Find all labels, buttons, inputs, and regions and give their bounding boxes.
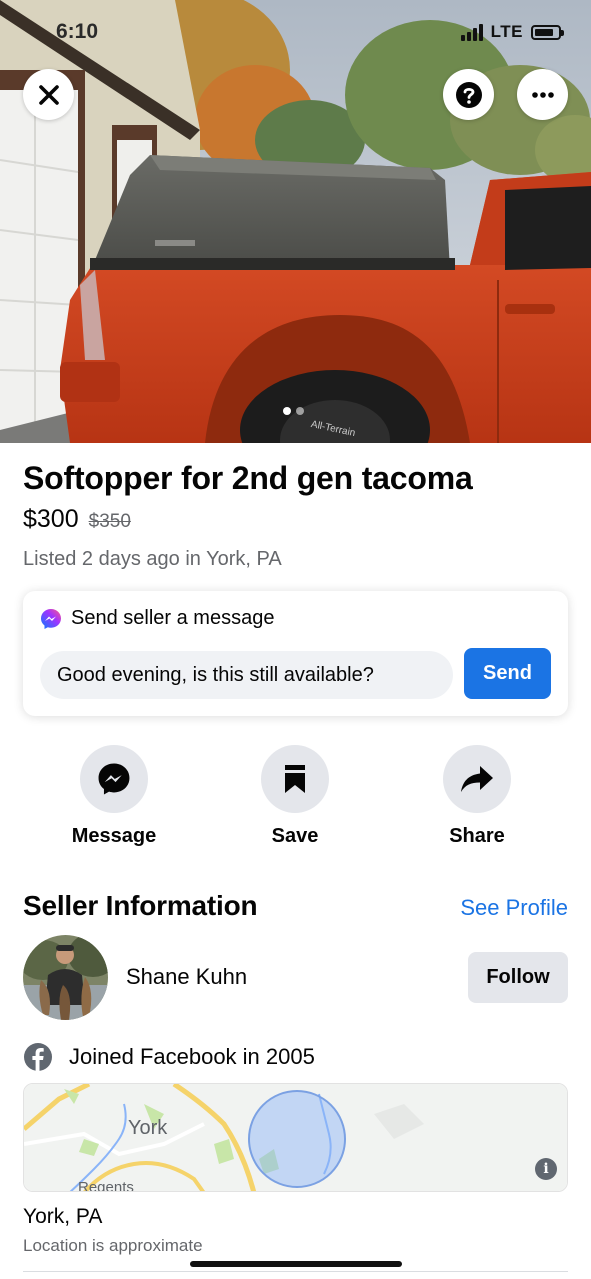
map-label-regents: Regents xyxy=(78,1179,134,1192)
help-button[interactable] xyxy=(443,69,494,120)
pager-dot xyxy=(296,407,304,415)
status-indicators: LTE xyxy=(460,22,564,42)
messenger-icon xyxy=(41,608,61,629)
price-row: $300 $350 xyxy=(23,505,131,534)
listed-info: Listed 2 days ago in York, PA xyxy=(23,548,282,570)
message-action-circle xyxy=(80,745,148,813)
battery-icon xyxy=(531,24,564,40)
bookmark-icon xyxy=(285,765,305,793)
question-icon xyxy=(455,81,482,108)
divider xyxy=(23,1271,568,1272)
share-action-label: Share xyxy=(449,825,505,847)
message-action[interactable]: Message xyxy=(44,745,184,848)
close-icon xyxy=(38,84,59,105)
close-button[interactable] xyxy=(23,69,74,120)
save-action-label: Save xyxy=(271,825,319,847)
seller-section-title: Seller Information xyxy=(23,890,258,921)
message-heading: Send seller a message xyxy=(40,607,274,630)
status-time: 6:10 xyxy=(56,20,99,43)
message-card: Send seller a message Send xyxy=(23,591,568,716)
photo-pager xyxy=(283,407,304,415)
messenger-icon xyxy=(98,763,130,795)
original-price: $350 xyxy=(88,511,131,532)
ellipsis-icon xyxy=(531,91,554,98)
more-options-button[interactable] xyxy=(517,69,568,120)
network-label: LTE xyxy=(490,22,523,41)
location-name: York, PA xyxy=(23,1205,103,1228)
location-note: Location is approximate xyxy=(23,1236,203,1255)
listing-price: $300 xyxy=(23,505,79,533)
save-action-circle xyxy=(261,745,329,813)
joined-info: Joined Facebook in 2005 xyxy=(23,1042,315,1072)
action-row: Message Save Share xyxy=(0,745,591,855)
location-map[interactable]: York Regents i xyxy=(23,1083,568,1192)
listing-title: Softopper for 2nd gen tacoma xyxy=(23,460,473,496)
message-heading-label: Send seller a message xyxy=(71,607,275,629)
share-action-circle xyxy=(443,745,511,813)
listing-photo[interactable]: All-Terrain 6:10 LTE xyxy=(0,0,591,443)
home-indicator xyxy=(190,1261,402,1267)
save-action[interactable]: Save xyxy=(225,745,365,848)
map-info-icon[interactable]: i xyxy=(535,1158,557,1180)
avatar-image xyxy=(23,935,108,1020)
map-image xyxy=(24,1084,567,1191)
follow-button[interactable]: Follow xyxy=(468,952,568,1003)
message-action-label: Message xyxy=(71,825,157,847)
signal-icon xyxy=(460,23,483,41)
see-profile-link[interactable]: See Profile xyxy=(460,895,568,921)
truck-photo: All-Terrain xyxy=(0,0,591,443)
seller-avatar[interactable] xyxy=(23,935,108,1020)
pager-dot-active xyxy=(283,407,291,415)
status-bar: 6:10 LTE xyxy=(0,0,591,60)
share-action[interactable]: Share xyxy=(407,745,547,848)
facebook-icon xyxy=(24,1043,52,1071)
map-label-york: York xyxy=(128,1117,168,1139)
share-arrow-icon xyxy=(461,766,493,792)
seller-name[interactable]: Shane Kuhn xyxy=(126,964,247,990)
joined-label: Joined Facebook in 2005 xyxy=(69,1044,315,1069)
message-input[interactable] xyxy=(40,651,453,699)
send-button[interactable]: Send xyxy=(464,648,551,699)
